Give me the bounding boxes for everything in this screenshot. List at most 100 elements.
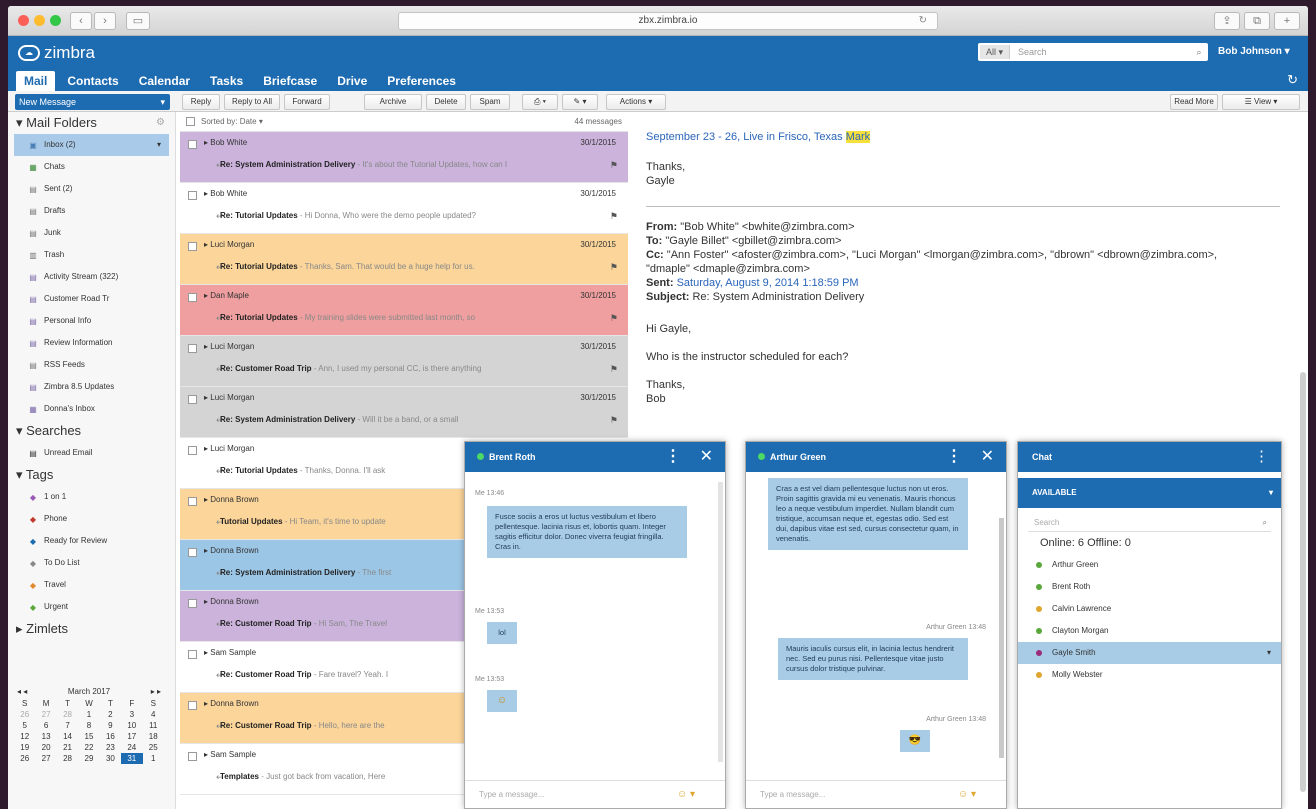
presence-status-select[interactable]: AVAILABLE ▾ bbox=[1018, 478, 1281, 508]
archive-button[interactable]: Archive bbox=[364, 94, 422, 110]
message-checkbox[interactable] bbox=[188, 293, 197, 302]
search-icon[interactable]: ⌕ bbox=[1263, 514, 1267, 532]
message-row[interactable]: ▸ Bob White 30/1/2015 ↩ Re: Tutorial Update… bbox=[180, 183, 628, 234]
chat-header[interactable]: Arthur Green ⋮ ✕ bbox=[746, 442, 1006, 472]
tag-item[interactable]: ◆ Travel bbox=[8, 574, 175, 596]
tag-item[interactable]: ◆ Phone bbox=[8, 508, 175, 530]
calendar-day[interactable]: 17 bbox=[121, 731, 142, 742]
calendar-day[interactable]: 22 bbox=[78, 742, 99, 753]
searches-header[interactable]: ▾ Searches bbox=[8, 420, 175, 442]
calendar-day[interactable]: 27 bbox=[35, 709, 56, 720]
delete-button[interactable]: Delete bbox=[426, 94, 466, 110]
mail-folders-header[interactable]: ▾ Mail Folders ⚙ bbox=[8, 112, 175, 134]
chevron-down-icon[interactable]: ▾ bbox=[1269, 478, 1273, 508]
emoji-picker-icon[interactable]: ☺ ▾ bbox=[958, 781, 976, 808]
folder-item[interactable]: ▤ RSS Feeds bbox=[8, 354, 175, 376]
calendar-day[interactable]: 15 bbox=[78, 731, 99, 742]
calendar-day[interactable]: 31 bbox=[121, 753, 143, 764]
print-icon[interactable]: ⎙ ▾ bbox=[522, 94, 558, 110]
folder-item[interactable]: ▥ Trash bbox=[8, 244, 175, 266]
tab-tasks[interactable]: Tasks bbox=[202, 71, 251, 91]
emoji-picker-icon[interactable]: ☺ ▾ bbox=[677, 781, 695, 808]
calendar-day[interactable]: 6 bbox=[35, 720, 56, 731]
calendar-day[interactable]: 14 bbox=[57, 731, 78, 742]
calendar-day[interactable]: 2 bbox=[100, 709, 121, 720]
chat-scrollbar[interactable] bbox=[999, 518, 1004, 758]
calendar-day[interactable]: 29 bbox=[78, 753, 99, 764]
reading-scrollbar[interactable] bbox=[1300, 372, 1306, 792]
calendar-day[interactable]: 28 bbox=[57, 709, 78, 720]
calendar-day[interactable]: 1 bbox=[78, 709, 99, 720]
tag-item[interactable]: ◆ Urgent bbox=[8, 596, 175, 618]
search-type-select[interactable]: All ▾ bbox=[980, 45, 1011, 59]
message-row[interactable]: ▸ Luci Morgan 30/1/2015 ↩ Re: System Admini… bbox=[180, 387, 628, 438]
message-row[interactable]: ▸ Bob White 30/1/2015 ↩ Re: System Administ… bbox=[180, 132, 628, 183]
calendar-day[interactable]: 23 bbox=[100, 742, 121, 753]
calendar-day[interactable]: 21 bbox=[57, 742, 78, 753]
flag-icon[interactable]: ⚑ bbox=[610, 160, 618, 171]
message-row[interactable]: ▸ Luci Morgan 30/1/2015 ↩ Re: Customer Road… bbox=[180, 336, 628, 387]
spam-button[interactable]: Spam bbox=[470, 94, 510, 110]
tab-contacts[interactable]: Contacts bbox=[59, 71, 126, 91]
calendar-day[interactable]: 5 bbox=[14, 720, 35, 731]
flag-icon[interactable]: ⚑ bbox=[610, 262, 618, 273]
user-menu[interactable]: Bob Johnson ▾ bbox=[1218, 46, 1290, 57]
calendar-day[interactable]: 4 bbox=[143, 709, 164, 720]
message-checkbox[interactable] bbox=[188, 701, 197, 710]
calendar-day[interactable]: 16 bbox=[100, 731, 121, 742]
chat-message-input[interactable]: Type a message... ☺ ▾ bbox=[746, 780, 1006, 808]
forward-icon[interactable]: › bbox=[94, 12, 116, 30]
close-icon[interactable]: ✕ bbox=[981, 442, 994, 472]
tag-item[interactable]: ◆ Ready for Review bbox=[8, 530, 175, 552]
folder-item[interactable]: ▤ Junk bbox=[8, 222, 175, 244]
minimize-window-icon[interactable] bbox=[34, 15, 45, 26]
actions-button[interactable]: Actions ▾ bbox=[606, 94, 666, 110]
tabs-overview-icon[interactable]: ⧉ bbox=[1244, 12, 1270, 30]
message-checkbox[interactable] bbox=[188, 650, 197, 659]
tab-briefcase[interactable]: Briefcase bbox=[255, 71, 325, 91]
folder-item[interactable]: ▤ Drafts bbox=[8, 200, 175, 222]
folder-item-unread-email[interactable]: ▤ Unread Email bbox=[8, 442, 175, 464]
message-row[interactable]: ▸ Luci Morgan 30/1/2015 ↩ Re: Tutorial Upda… bbox=[180, 234, 628, 285]
flag-icon[interactable]: ⚑ bbox=[610, 415, 618, 426]
calendar-day[interactable]: 26 bbox=[14, 753, 35, 764]
cc-value[interactable]: "Ann Foster" <afoster@zimbra.com>, "Luci… bbox=[646, 249, 1217, 275]
prev-month-icon[interactable]: ◂ ◂ bbox=[17, 686, 27, 698]
read-more-button[interactable]: Read More bbox=[1170, 94, 1218, 110]
calendar-day[interactable]: 1 bbox=[143, 753, 164, 764]
tag-icon[interactable]: ✎ ▾ bbox=[562, 94, 598, 110]
buddy-search-input[interactable]: Search ⌕ bbox=[1028, 514, 1271, 532]
search-input[interactable]: Search bbox=[1012, 47, 1190, 57]
message-checkbox[interactable] bbox=[188, 242, 197, 251]
forward-button[interactable]: Forward bbox=[284, 94, 330, 110]
message-checkbox[interactable] bbox=[188, 599, 197, 608]
address-bar[interactable]: zbx.zimbra.io ↻ bbox=[398, 12, 938, 30]
view-button[interactable]: ☰ View ▾ bbox=[1222, 94, 1300, 110]
refresh-icon[interactable]: ↻ bbox=[1287, 72, 1298, 88]
folder-item[interactable]: ▤ Personal Info bbox=[8, 310, 175, 332]
calendar-day[interactable]: 24 bbox=[121, 742, 142, 753]
calendar-day[interactable]: 9 bbox=[100, 720, 121, 731]
message-checkbox[interactable] bbox=[188, 395, 197, 404]
chevron-down-icon[interactable]: ▾ bbox=[157, 134, 161, 156]
buddy-item[interactable]: Arthur Green bbox=[1018, 554, 1281, 576]
next-month-icon[interactable]: ▸ ▸ bbox=[151, 686, 161, 698]
flag-icon[interactable]: ⚑ bbox=[610, 211, 618, 222]
calendar-day[interactable]: 26 bbox=[14, 709, 35, 720]
tab-mail[interactable]: Mail bbox=[16, 71, 56, 91]
more-options-icon[interactable]: ⋮ bbox=[665, 442, 681, 472]
calendar-day[interactable]: 11 bbox=[143, 720, 164, 731]
tag-item[interactable]: ◆ To Do List bbox=[8, 552, 175, 574]
gear-icon[interactable]: ⚙ bbox=[156, 112, 165, 134]
search-icon[interactable]: ⌕ bbox=[1190, 47, 1208, 58]
message-checkbox[interactable] bbox=[188, 344, 197, 353]
calendar-day[interactable]: 3 bbox=[121, 709, 142, 720]
zimlets-header[interactable]: ▸ Zimlets bbox=[8, 618, 175, 640]
message-row[interactable]: ▸ Dan Maple 30/1/2015 ↩ Re: Tutorial Update… bbox=[180, 285, 628, 336]
new-message-button[interactable]: New Message ▾ bbox=[15, 94, 170, 110]
more-options-icon[interactable]: ⋮ bbox=[946, 442, 962, 472]
chat-message-input[interactable]: Type a message... ☺ ▾ bbox=[465, 780, 725, 808]
message-checkbox[interactable] bbox=[188, 497, 197, 506]
select-all-checkbox[interactable] bbox=[186, 117, 195, 126]
message-checkbox[interactable] bbox=[188, 548, 197, 557]
